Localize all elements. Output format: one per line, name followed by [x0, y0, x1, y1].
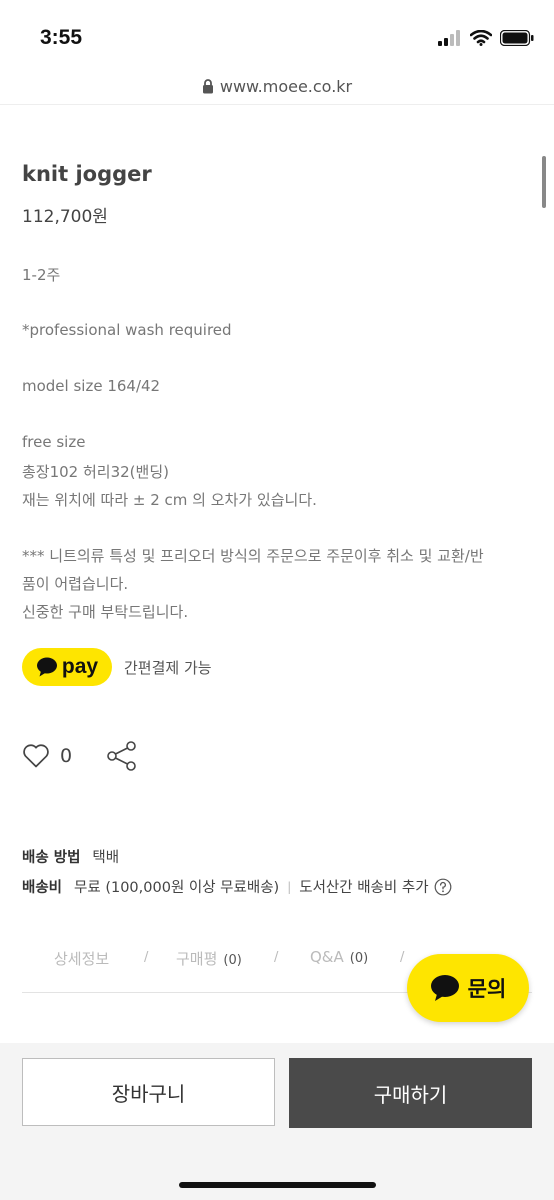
home-indicator[interactable] — [179, 1182, 376, 1188]
tab-divider: / — [400, 950, 405, 965]
kakaopay-label: pay — [61, 655, 99, 678]
url-text: www.moee.co.kr — [219, 76, 353, 96]
product-price: 112,700원 — [22, 207, 108, 227]
lock-icon — [202, 78, 213, 93]
tab-label: Q&A — [310, 948, 344, 966]
chat-inquiry-button[interactable]: 문의 — [407, 954, 529, 1022]
shipping-fee-value: 무료 (100,000원 이상 무료배송) — [74, 880, 280, 896]
tab-reviews[interactable]: 구매평 (0) — [176, 948, 242, 969]
divider: | — [287, 879, 292, 894]
product-actions: 0 — [22, 740, 138, 772]
description-line: 총장102 허리32(밴딩) — [22, 463, 169, 481]
description-line: model size 164/42 — [22, 377, 161, 395]
share-icon[interactable] — [106, 740, 138, 772]
wifi-icon — [470, 30, 492, 46]
kakaopay-badge: pay — [22, 648, 112, 686]
shipping-method-value: 택배 — [92, 850, 120, 866]
browser-url-bar[interactable]: www.moee.co.kr — [0, 68, 554, 105]
tab-label: 구매평 — [176, 950, 218, 968]
status-icons — [438, 30, 534, 46]
like-count: 0 — [60, 745, 73, 767]
status-bar: 3:55 — [0, 0, 554, 68]
speech-bubble-icon — [430, 975, 459, 1001]
product-title: knit jogger — [22, 162, 152, 186]
add-to-cart-button[interactable]: 장바구니 — [22, 1058, 275, 1126]
chat-label: 문의 — [467, 977, 507, 1001]
shipping-extra: 도서산간 배송비 추가 — [299, 880, 429, 896]
tab-count: (0) — [349, 951, 369, 966]
description-line: 품이 어렵습니다. — [22, 575, 129, 593]
kakaopay-info: pay 간편결제 가능 — [22, 648, 212, 686]
tab-count: (0) — [223, 953, 242, 968]
tab-details[interactable]: 상세정보 — [54, 948, 109, 969]
description-line: 신중한 구매 부탁드립니다. — [22, 603, 189, 621]
speech-bubble-icon — [36, 657, 57, 677]
cellular-signal-icon — [438, 30, 460, 46]
buy-now-button[interactable]: 구매하기 — [289, 1058, 532, 1128]
description-line: 1-2주 — [22, 266, 61, 284]
shipping-fee-row: 배송비 무료 (100,000원 이상 무료배송) | 도서산간 배송비 추가 — [22, 876, 452, 897]
battery-icon — [500, 30, 534, 46]
description-line: free size — [22, 433, 86, 451]
kakaopay-caption: 간편결제 가능 — [124, 658, 212, 677]
bottom-action-bar: 장바구니 구매하기 — [0, 1043, 554, 1200]
heart-icon[interactable] — [22, 743, 50, 769]
shipping-method-label: 배송 방법 — [22, 850, 81, 866]
tab-qna[interactable]: Q&A (0) — [310, 948, 368, 966]
tab-label: 상세정보 — [54, 950, 110, 968]
description-line: *professional wash required — [22, 321, 232, 339]
question-icon[interactable] — [434, 878, 452, 896]
shipping-method-row: 배송 방법 택배 — [22, 846, 119, 867]
tab-divider: / — [274, 950, 279, 965]
description-line: *** 니트의류 특성 및 프리오더 방식의 주문으로 주문이후 취소 및 교환… — [22, 547, 484, 565]
tab-divider: / — [144, 950, 149, 965]
scrollbar[interactable] — [542, 156, 546, 208]
status-time: 3:55 — [40, 26, 83, 49]
shipping-fee-label: 배송비 — [22, 880, 63, 896]
description-line: 재는 위치에 따라 ± 2 cm 의 오차가 있습니다. — [22, 491, 317, 509]
